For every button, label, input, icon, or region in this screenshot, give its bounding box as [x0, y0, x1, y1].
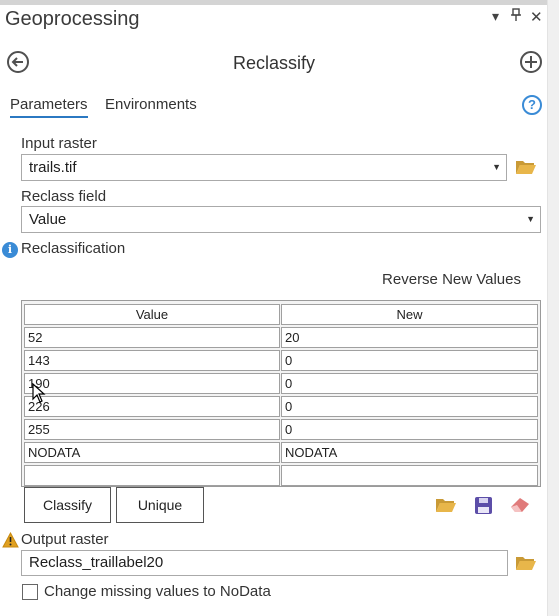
warning-icon — [2, 531, 19, 553]
table-cell-new[interactable]: 0 — [281, 396, 538, 417]
title-bar-border — [0, 0, 559, 5]
chevron-down-icon: ▼ — [492, 162, 501, 172]
chevron-down-icon: ▼ — [526, 214, 535, 224]
table-cell-value[interactable]: 255 — [24, 419, 280, 440]
reclass-field-label: Reclass field — [21, 188, 107, 205]
tab-environments[interactable]: Environments — [105, 96, 197, 113]
input-raster-value: trails.tif — [29, 159, 77, 176]
table-cell-new[interactable]: NODATA — [281, 442, 538, 463]
missing-values-checkbox[interactable] — [22, 584, 38, 600]
input-raster-label: Input raster — [21, 135, 97, 152]
table-cell-value[interactable]: 52 — [24, 327, 280, 348]
folder-open-icon[interactable] — [515, 554, 537, 572]
close-icon[interactable]: ✕ — [530, 8, 543, 26]
reclassification-label: Reclassification — [21, 240, 126, 257]
pin-icon[interactable] — [510, 8, 522, 25]
table-cell-value[interactable]: 226 — [24, 396, 280, 417]
table-cell-value[interactable]: 190 — [24, 373, 280, 394]
save-icon[interactable] — [474, 496, 493, 520]
input-raster-select[interactable]: trails.tif ▼ — [21, 154, 507, 181]
info-icon: i — [2, 242, 18, 258]
mouse-cursor-icon — [32, 382, 46, 408]
column-header-new[interactable]: New — [281, 304, 538, 325]
pane-scrollbar[interactable] — [547, 0, 559, 616]
tool-title: Reclassify — [232, 53, 316, 73]
folder-open-icon[interactable] — [515, 158, 537, 176]
table-cell-new[interactable]: 0 — [281, 419, 538, 440]
table-cell-new[interactable] — [281, 465, 538, 486]
pane-menu-icon[interactable]: ▾ — [492, 8, 499, 25]
reclass-field-select[interactable]: Value ▼ — [21, 206, 541, 233]
column-header-value[interactable]: Value — [24, 304, 280, 325]
tab-parameters[interactable]: Parameters — [10, 96, 88, 118]
help-icon[interactable]: ? — [522, 95, 542, 115]
table-cell-value[interactable]: NODATA — [24, 442, 280, 463]
add-icon[interactable] — [520, 51, 542, 73]
eraser-icon[interactable] — [509, 496, 531, 519]
output-raster-label: Output raster — [21, 531, 109, 548]
table-cell-new[interactable]: 20 — [281, 327, 538, 348]
table-cell-new[interactable]: 0 — [281, 373, 538, 394]
reverse-new-values-button[interactable]: Reverse New Values — [382, 271, 521, 288]
reclass-field-value: Value — [29, 211, 67, 228]
unique-button[interactable]: Unique — [116, 487, 204, 523]
missing-values-label: Change missing values to NoData — [44, 583, 271, 600]
table-cell-value[interactable]: 143 — [24, 350, 280, 371]
classify-button[interactable]: Classify — [24, 487, 111, 523]
table-cell-value[interactable] — [24, 465, 280, 486]
reclassification-table: Value New 52 20 143 0 190 0 226 0 255 0 … — [21, 300, 541, 487]
folder-open-icon[interactable] — [435, 496, 457, 519]
pane-title: Geoprocessing — [5, 8, 140, 30]
output-raster-field[interactable]: Reclass_traillabel20 — [21, 550, 508, 576]
table-cell-new[interactable]: 0 — [281, 350, 538, 371]
